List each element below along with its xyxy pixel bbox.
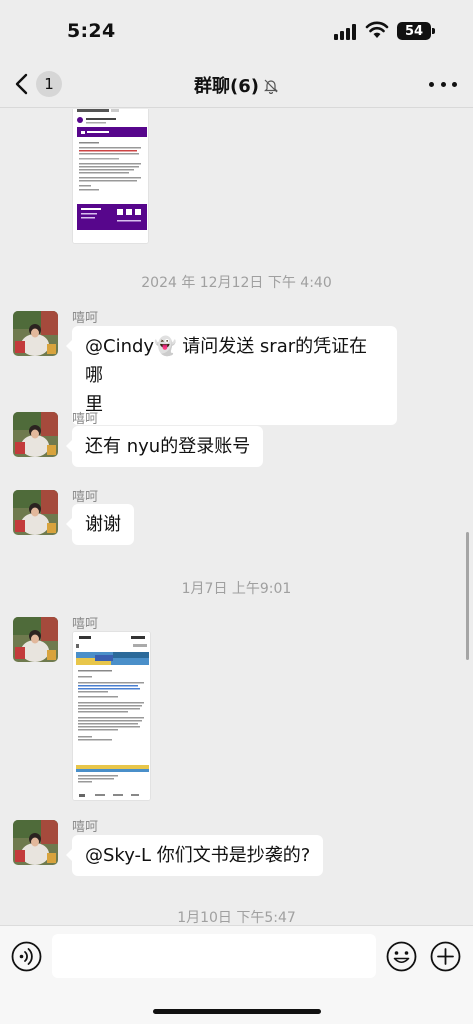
timestamp: 1月10日 下午5:47 <box>177 910 296 925</box>
message-bubble[interactable]: 还有 nyu的登录账号 <box>65 426 264 467</box>
message-image-1[interactable] <box>72 109 149 244</box>
avatar[interactable] <box>13 490 58 535</box>
avatar-photo <box>13 311 58 356</box>
sender-name: 嘻呵 <box>72 412 99 427</box>
message-bubble[interactable]: @Cindy👻 请问发送 srar的凭证在哪 里 <box>66 326 397 425</box>
more-dots-icon <box>429 81 434 87</box>
chat-title-text: 群聊(6) <box>194 76 259 97</box>
battery-icon: 54 <box>397 22 435 40</box>
sender-name: 嘻呵 <box>72 617 99 632</box>
avatar-photo <box>13 412 58 457</box>
more-button[interactable] <box>429 74 457 94</box>
scrollbar[interactable] <box>466 532 469 660</box>
message-text: @Cindy👻 请问发送 srar的凭证在哪 <box>85 336 368 386</box>
avatar[interactable] <box>13 617 58 662</box>
chat-title[interactable]: 群聊(6) <box>0 72 473 98</box>
status-time: 5:24 <box>67 20 116 42</box>
sender-name: 嘻呵 <box>72 820 99 835</box>
message-input[interactable] <box>52 934 376 978</box>
avatar[interactable] <box>13 820 58 865</box>
avatar-photo <box>13 490 58 535</box>
timestamp: 2024 年 12月12日 下午 4:40 <box>141 275 332 291</box>
message-bubble[interactable]: @Sky-L 你们文书是抄袭的? <box>65 835 324 876</box>
voice-icon[interactable] <box>11 941 42 972</box>
sender-name: 嘻呵 <box>72 490 99 505</box>
avatar-photo <box>13 820 58 865</box>
message-text: 还有 nyu的登录账号 <box>85 436 251 457</box>
avatar[interactable] <box>13 311 58 356</box>
plus-icon[interactable] <box>430 941 461 972</box>
wifi-icon <box>365 21 389 38</box>
avatar[interactable] <box>13 412 58 457</box>
status-bar: 5:24 54 <box>0 0 473 62</box>
message-text: 里 <box>85 394 103 415</box>
mute-bell-icon <box>264 79 278 94</box>
message-bubble[interactable]: 谢谢 <box>66 504 134 545</box>
message-text: 谢谢 <box>85 514 121 535</box>
sender-name: 嘻呵 <box>72 311 99 326</box>
emoji-icon[interactable] <box>386 941 417 972</box>
cellular-signal-icon <box>334 24 356 40</box>
timestamp: 1月7日 上午9:01 <box>181 581 292 597</box>
home-indicator[interactable] <box>153 1009 321 1014</box>
email-screenshot-thumbnail <box>73 109 148 243</box>
message-list[interactable]: 2024 年 12月12日 下午 4:40 嘻呵 @Cindy👻 请问发送 sr… <box>0 109 473 925</box>
email-screenshot-thumbnail <box>73 632 150 800</box>
avatar-photo <box>13 617 58 662</box>
message-text: @Sky-L 你们文书是抄袭的? <box>85 845 311 866</box>
chat-header: 1 群聊(6) <box>0 62 473 108</box>
message-image-2[interactable] <box>72 631 151 801</box>
